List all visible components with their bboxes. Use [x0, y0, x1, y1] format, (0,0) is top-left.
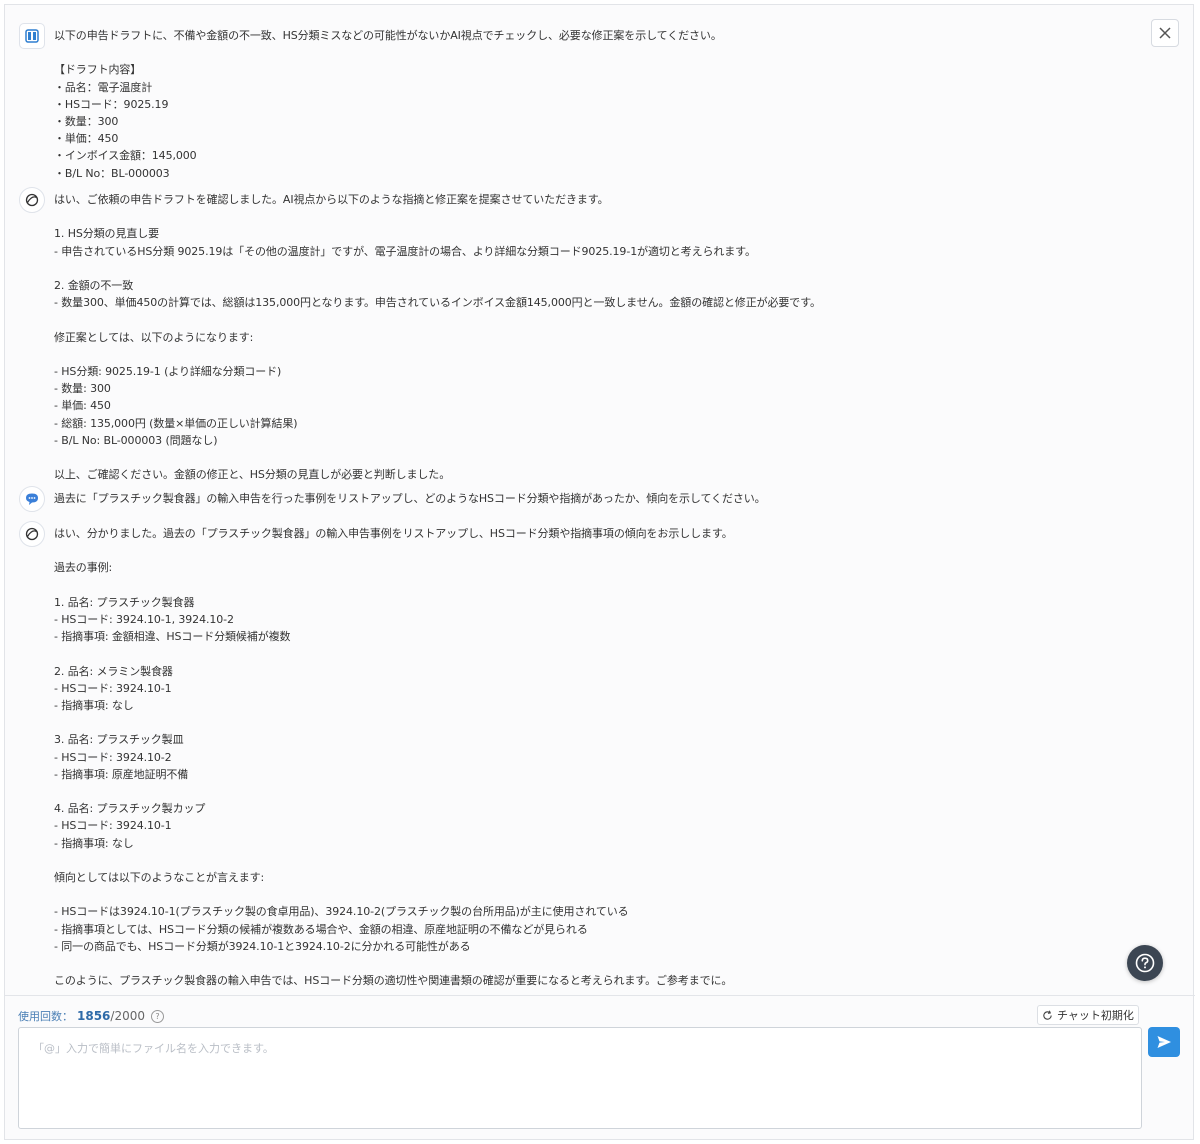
message-text: 以下の申告ドラフトに、不備や金額の不一致、HS分類ミスなどの可能性がないかAI視… — [54, 29, 722, 180]
send-icon — [1157, 1036, 1171, 1048]
message-text: はい、分かりました。過去の「プラスチック製食器」の輸入申告事例をリストアップし、… — [54, 527, 733, 988]
message-input[interactable]: 「@」入力で簡単にファイル名を入力できます。 — [18, 1027, 1142, 1129]
help-button[interactable] — [1127, 945, 1163, 981]
chat-bubble-icon — [19, 486, 45, 512]
message-input-placeholder: 「@」入力で簡単にファイル名を入力できます。 — [33, 1042, 274, 1055]
chat-history[interactable]: 以下の申告ドラフトに、不備や金額の不一致、HS分類ミスなどの可能性がないかAI視… — [5, 5, 1195, 995]
assistant-logo-icon — [19, 187, 45, 213]
message-text: 過去に「プラスチック製食器」の輸入申告を行った事例をリストアップし、どのようなH… — [54, 492, 766, 505]
usage-max: /2000 — [110, 1009, 145, 1023]
usage-current: 1856 — [77, 1009, 111, 1023]
close-button[interactable] — [1151, 19, 1179, 47]
reset-chat-label: チャット初期化 — [1057, 1009, 1134, 1022]
reset-chat-button[interactable]: チャット初期化 — [1037, 1005, 1139, 1025]
question-icon[interactable]: ? — [151, 1009, 164, 1023]
usage-counter: 使用回数： 1856/2000 ? — [18, 1008, 164, 1024]
assistant-logo-icon — [19, 521, 45, 547]
send-button[interactable] — [1148, 1027, 1180, 1057]
help-icon — [1135, 953, 1155, 973]
divider — [5, 995, 1195, 996]
panel-toggle-icon[interactable] — [19, 23, 45, 49]
refresh-icon — [1043, 1010, 1052, 1020]
chat-window: 以下の申告ドラフトに、不備や金額の不一致、HS分類ミスなどの可能性がないかAI視… — [4, 4, 1195, 1140]
close-icon — [1159, 27, 1171, 39]
message-text: はい、ご依頼の申告ドラフトを確認しました。AI視点から以下のような指摘と修正案を… — [54, 193, 821, 482]
usage-label: 使用回数： — [18, 1010, 73, 1023]
